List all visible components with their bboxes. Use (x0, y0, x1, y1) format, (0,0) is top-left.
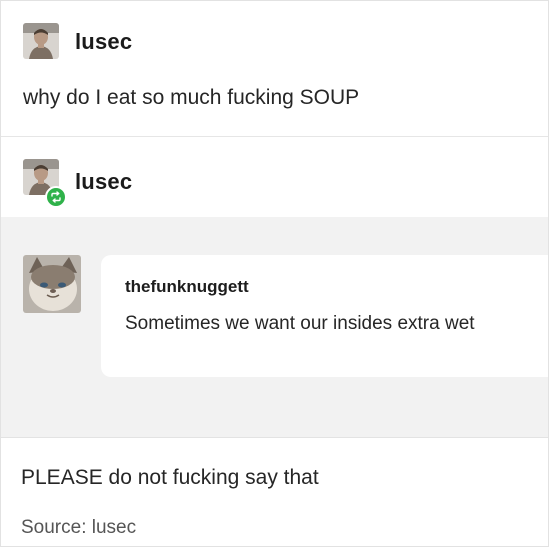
username-thefunknuggett[interactable]: thefunknuggett (125, 277, 249, 297)
avatar-thefunknuggett[interactable] (23, 255, 81, 313)
reblog-icon (45, 186, 67, 208)
username-lusec[interactable]: lusec (75, 29, 132, 55)
source-link[interactable]: lusec (92, 517, 136, 538)
quote-text: Sometimes we want our insides extra wet (125, 313, 475, 334)
avatar-lusec[interactable] (23, 23, 59, 59)
quoted-reply-area: thefunknuggett Sometimes we want our ins… (1, 217, 548, 437)
cat-avatar-icon (23, 255, 81, 313)
original-post-text: why do I eat so much fucking SOUP (23, 86, 360, 109)
tumblr-post: lusec why do I eat so much fucking SOUP … (0, 0, 549, 547)
person-avatar-icon (23, 23, 59, 59)
reply-text: PLEASE do not fucking say that (21, 466, 319, 489)
source-label: Source: (21, 517, 87, 538)
source-line: Source: lusec (21, 517, 136, 539)
username-lusec-reblog[interactable]: lusec (75, 169, 132, 195)
original-post: lusec why do I eat so much fucking SOUP (1, 1, 548, 137)
reblog-header: lusec (1, 137, 548, 217)
quote-card: thefunknuggett Sometimes we want our ins… (101, 255, 548, 377)
reply-section: PLEASE do not fucking say that Source: l… (1, 437, 548, 546)
